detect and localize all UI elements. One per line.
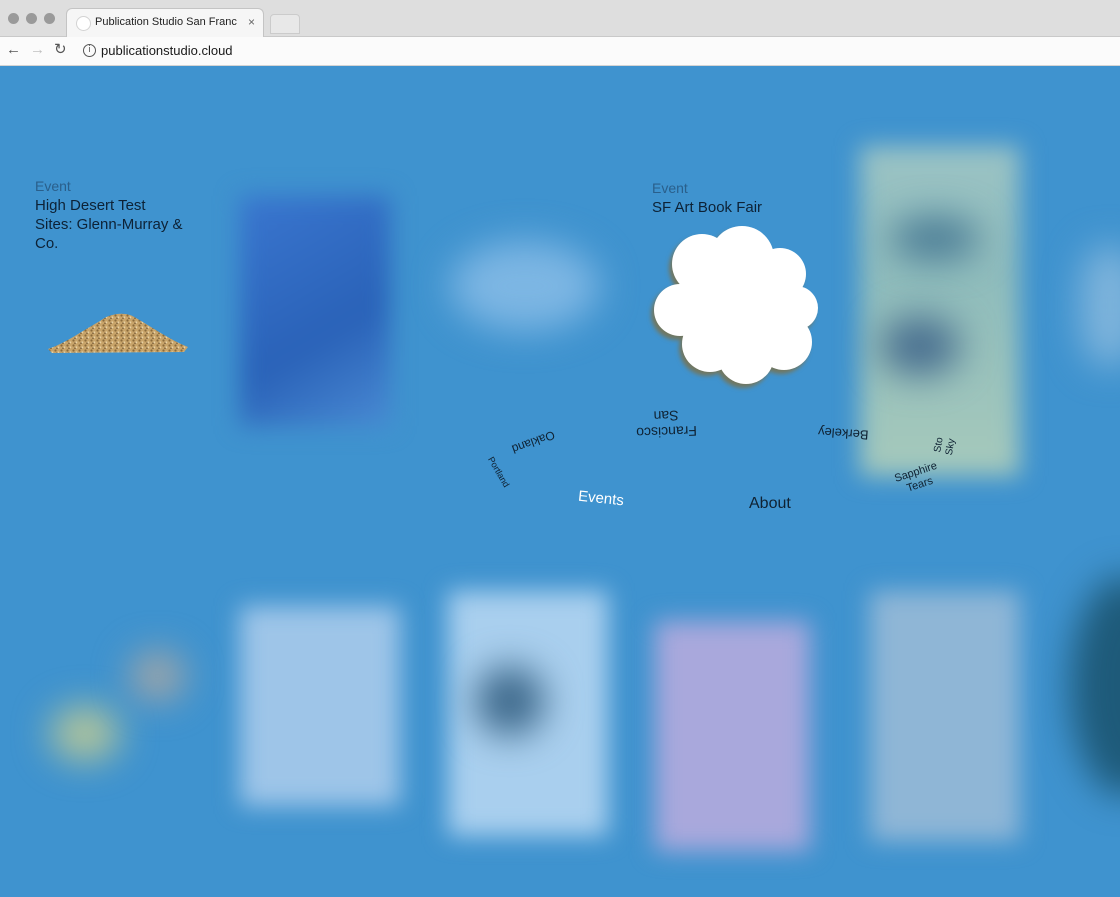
blurred-book-cover[interactable] <box>1080 246 1120 366</box>
nav-link-events[interactable]: Events <box>577 488 624 510</box>
forward-arrow-icon[interactable]: → <box>30 41 45 59</box>
tab-strip: Publication Studio San Francis × <box>0 0 1120 37</box>
blurred-book-cover[interactable] <box>860 146 1020 476</box>
blurred-book-cover[interactable] <box>1070 576 1120 796</box>
new-tab-button[interactable] <box>270 14 300 34</box>
event-kind-label: Event <box>35 178 71 194</box>
tab-title: Publication Studio San Francis <box>95 16 237 28</box>
tab-close-icon[interactable]: × <box>248 15 255 29</box>
address-bar[interactable]: i publicationstudio.cloud <box>80 41 1100 61</box>
site-info-icon[interactable]: i <box>83 44 96 57</box>
blurred-book-cover[interactable] <box>240 606 400 806</box>
blurred-book-cover[interactable] <box>870 591 1020 841</box>
blurred-cover-detail <box>890 216 980 261</box>
menu-item-line: Francisco <box>636 422 698 442</box>
close-window-button[interactable] <box>8 13 19 24</box>
event-title-line: Co. <box>35 235 59 252</box>
event-title-line: High Desert Test <box>35 197 146 214</box>
reload-icon[interactable]: ↻ <box>54 41 67 59</box>
url-text[interactable]: publicationstudio.cloud <box>101 43 233 58</box>
browser-tab[interactable]: Publication Studio San Francis × <box>66 8 264 37</box>
blurred-book-cover[interactable] <box>450 241 600 331</box>
event-kind-label: Event <box>652 180 688 196</box>
event-title[interactable]: SF Art Book Fair <box>652 198 762 217</box>
blurred-cover-detail <box>880 316 960 376</box>
blurred-book-cover[interactable] <box>130 651 185 701</box>
event-title[interactable]: High Desert Test Sites: Glenn-Murray & C… <box>35 196 183 253</box>
menu-item-oakland[interactable]: Oakland <box>510 427 557 457</box>
zoom-window-button[interactable] <box>44 13 55 24</box>
menu-item-san-francisco[interactable]: Francisco San <box>635 407 697 441</box>
browser-toolbar: ← → ↻ i publicationstudio.cloud <box>0 37 1120 66</box>
browser-chrome: Publication Studio San Francis × ← → ↻ i… <box>0 0 1120 66</box>
menu-item-berkeley[interactable]: Berkeley <box>818 423 870 442</box>
cloud-image[interactable] <box>650 226 820 386</box>
back-arrow-icon[interactable]: ← <box>6 41 21 59</box>
nav-link-about[interactable]: About <box>749 496 791 512</box>
blurred-book-cover[interactable] <box>50 706 120 761</box>
favicon-icon <box>76 16 91 31</box>
minimize-window-button[interactable] <box>26 13 37 24</box>
blurred-cover-detail <box>475 666 545 736</box>
blurred-book-cover[interactable] <box>240 196 390 426</box>
sand-pile-image[interactable] <box>48 309 188 354</box>
page-canvas: Event High Desert Test Sites: Glenn-Murr… <box>0 66 1120 897</box>
menu-item-portland[interactable]: Portland <box>483 453 514 490</box>
event-title-line: Sites: Glenn-Murray & <box>35 216 183 233</box>
blurred-book-cover[interactable] <box>655 621 810 851</box>
